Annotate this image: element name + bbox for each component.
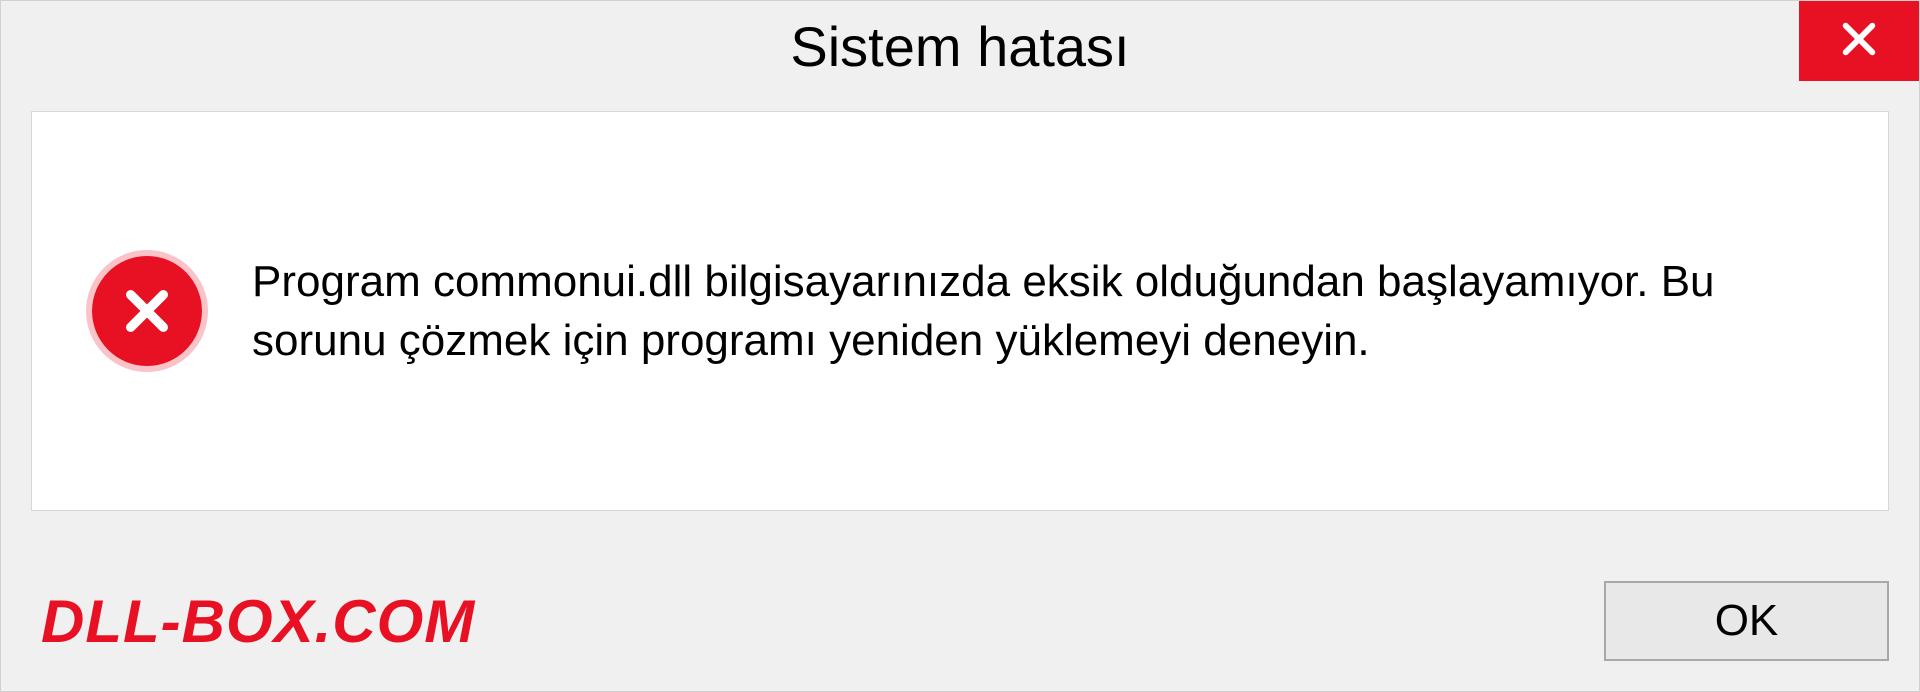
error-dialog: Sistem hatası Program commonui.dll bilgi… bbox=[0, 0, 1920, 692]
error-icon bbox=[92, 256, 202, 366]
watermark-text: DLL-BOX.COM bbox=[41, 587, 475, 656]
error-message: Program commonui.dll bilgisayarınızda ek… bbox=[252, 252, 1828, 371]
titlebar: Sistem hatası bbox=[1, 1, 1919, 91]
dialog-footer: DLL-BOX.COM OK bbox=[1, 551, 1919, 691]
error-icon-wrap bbox=[92, 256, 202, 366]
close-icon bbox=[1839, 19, 1879, 64]
dialog-title: Sistem hatası bbox=[790, 14, 1129, 79]
close-button[interactable] bbox=[1799, 1, 1919, 81]
content-panel: Program commonui.dll bilgisayarınızda ek… bbox=[31, 111, 1889, 511]
ok-button[interactable]: OK bbox=[1604, 581, 1889, 661]
